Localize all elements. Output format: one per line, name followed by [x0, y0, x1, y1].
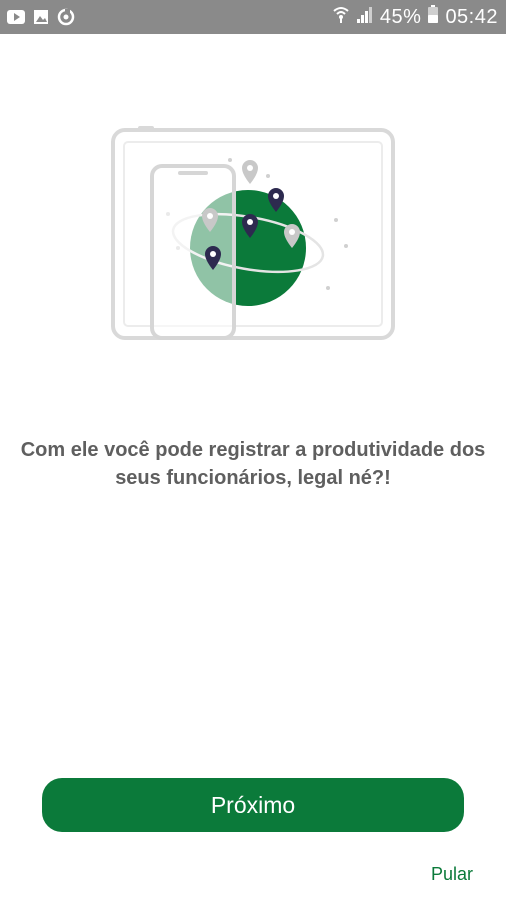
- youtube-icon: [6, 8, 26, 31]
- onboarding-illustration: [108, 118, 398, 348]
- battery-percent: 45%: [379, 5, 422, 28]
- image-icon: [32, 8, 50, 31]
- clock: 05:42: [445, 5, 498, 28]
- signal-icon: [356, 4, 374, 30]
- next-button-label: Próximo: [210, 791, 296, 818]
- next-button[interactable]: Próximo: [42, 778, 464, 832]
- sync-icon: [56, 7, 76, 32]
- status-bar: 45% 05:42: [0, 0, 506, 34]
- phone-illustration: [150, 164, 236, 340]
- skip-link[interactable]: Pular: [420, 864, 484, 888]
- wifi-icon: [332, 4, 350, 30]
- battery-icon: [427, 4, 439, 30]
- status-left: [6, 7, 76, 32]
- onboarding-message: Com ele você pode registrar a produtivid…: [20, 439, 486, 489]
- status-right: 45% 05:42: [332, 4, 498, 30]
